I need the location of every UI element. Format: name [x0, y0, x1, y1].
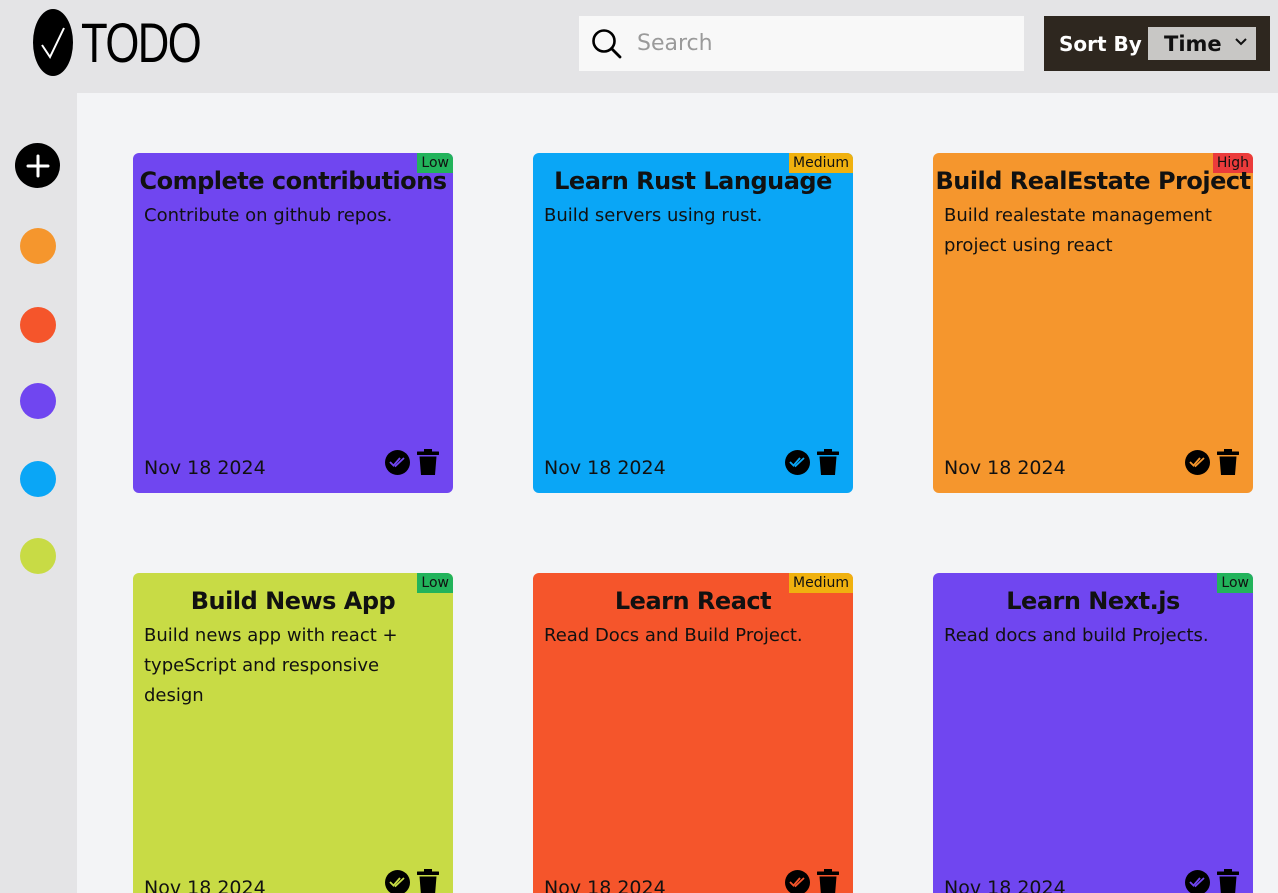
- app-logo: TODO: [33, 9, 234, 76]
- note-actions: [385, 869, 439, 893]
- note-title: Learn Next.js: [1006, 587, 1180, 615]
- mark-done-button[interactable]: [385, 869, 410, 893]
- search-input[interactable]: [637, 31, 997, 56]
- note-date: Nov 18 2024: [944, 877, 1066, 893]
- double-check-icon: [789, 457, 805, 468]
- app-header: TODO Sort By Time: [0, 0, 1278, 93]
- delete-button[interactable]: [417, 449, 439, 475]
- double-check-icon: [1189, 457, 1205, 468]
- mark-done-button[interactable]: [385, 449, 410, 475]
- note-date: Nov 18 2024: [144, 457, 266, 479]
- mark-done-button[interactable]: [785, 869, 810, 893]
- note-actions: [785, 449, 839, 475]
- sort-label: Sort By: [1059, 31, 1142, 56]
- sort-control: Sort By Time: [1044, 16, 1270, 71]
- note-title: Build News App: [190, 587, 396, 615]
- chevron-down-icon: [1235, 38, 1247, 46]
- sort-select[interactable]: Time: [1148, 27, 1256, 60]
- note-title: Complete contributions: [139, 167, 447, 195]
- mark-done-button[interactable]: [1185, 449, 1210, 475]
- note-title: Build RealEstate Project: [935, 167, 1251, 195]
- note-title: Learn Rust Language: [554, 167, 832, 195]
- delete-button[interactable]: [1217, 449, 1239, 475]
- note-actions: [385, 449, 439, 475]
- plus-icon: [26, 154, 49, 177]
- note-description: Build realestate management project usin…: [944, 205, 1212, 256]
- delete-button[interactable]: [1217, 869, 1239, 893]
- note-description: Build servers using rust.: [544, 205, 763, 226]
- note-date: Nov 18 2024: [944, 457, 1066, 479]
- note-description: Read Docs and Build Project.: [544, 625, 803, 646]
- note-card[interactable]: High Build RealEstate Project Build real…: [933, 153, 1253, 493]
- search-icon: [592, 28, 622, 58]
- mark-done-button[interactable]: [785, 449, 810, 475]
- note-card[interactable]: Medium Learn Rust Language Build servers…: [533, 153, 853, 493]
- checkmark-logo-icon: [33, 9, 73, 76]
- note-description: Contribute on github repos.: [144, 205, 393, 226]
- note-actions: [785, 869, 839, 893]
- note-description: Read docs and build Projects.: [944, 625, 1209, 646]
- color-option-lime[interactable]: [20, 538, 56, 574]
- add-note-button[interactable]: [15, 143, 60, 188]
- double-check-icon: [389, 877, 405, 888]
- note-card[interactable]: Medium Learn React Read Docs and Build P…: [533, 573, 853, 893]
- delete-button[interactable]: [817, 869, 839, 893]
- double-check-icon: [789, 877, 805, 888]
- mark-done-button[interactable]: [1185, 869, 1210, 893]
- note-date: Nov 18 2024: [544, 457, 666, 479]
- note-date: Nov 18 2024: [544, 877, 666, 893]
- delete-button[interactable]: [417, 869, 439, 893]
- color-option-red-orange[interactable]: [20, 307, 56, 343]
- sidebar: [0, 93, 77, 893]
- note-actions: [1185, 869, 1239, 893]
- search-bar: [579, 16, 1024, 71]
- note-card[interactable]: Low Learn Next.js Read docs and build Pr…: [933, 573, 1253, 893]
- delete-button[interactable]: [817, 449, 839, 475]
- color-option-orange[interactable]: [20, 228, 56, 264]
- double-check-icon: [1189, 877, 1205, 888]
- color-option-purple[interactable]: [20, 383, 56, 419]
- note-actions: [1185, 449, 1239, 475]
- note-card[interactable]: Low Complete contributions Contribute on…: [133, 153, 453, 493]
- double-check-icon: [389, 457, 405, 468]
- note-card[interactable]: Low Build News App Build news app with r…: [133, 573, 453, 893]
- note-description: Build news app with react + typeScript a…: [144, 625, 398, 706]
- sort-selected-value: Time: [1164, 31, 1222, 56]
- notes-grid: Low Complete contributions Contribute on…: [77, 93, 1278, 893]
- note-title: Learn React: [614, 587, 772, 615]
- app-title: TODO: [81, 10, 202, 74]
- color-option-blue[interactable]: [20, 461, 56, 497]
- note-date: Nov 18 2024: [144, 877, 266, 893]
